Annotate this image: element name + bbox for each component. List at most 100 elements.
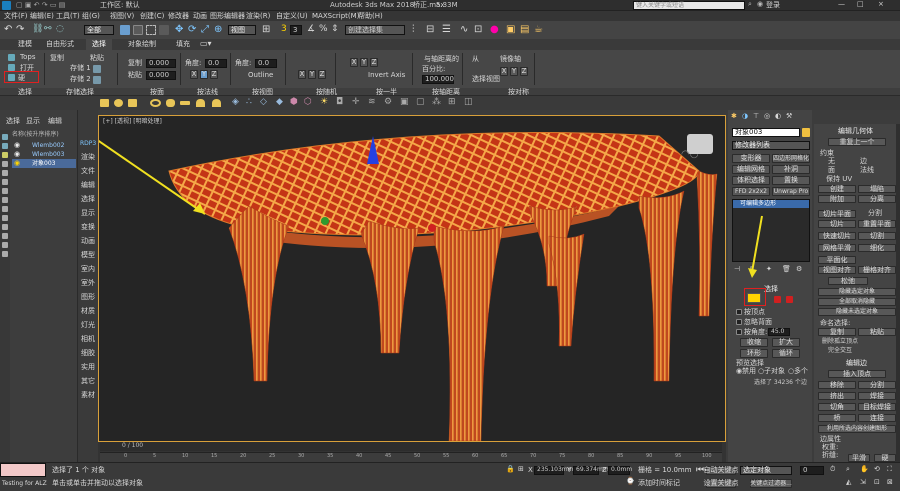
strip-detail[interactable]: 细胶 (81, 350, 95, 357)
teapot-icon[interactable] (166, 99, 175, 107)
remove-modifier-icon[interactable]: 🗑 (782, 266, 791, 273)
mirror-icon[interactable]: ⫶ (412, 25, 415, 35)
strip-assets[interactable]: 素材 (81, 392, 95, 399)
delete-isolated-label[interactable]: 删除孤立顶点 (822, 339, 858, 345)
link-icon[interactable]: ⛓ (32, 25, 43, 34)
insert-vertex-button[interactable]: 插入顶点 (828, 370, 886, 378)
visibility-icon[interactable]: ◉ (14, 142, 20, 149)
split-label[interactable]: 分割 (868, 210, 882, 217)
preserve-uv-label[interactable]: 保持 UV (826, 176, 852, 183)
layer-icon[interactable]: ☰ (442, 25, 451, 35)
store2-icon[interactable] (93, 76, 101, 84)
filter-none-icon[interactable] (2, 233, 8, 239)
modify-tab-icon[interactable]: ◑ (742, 113, 748, 120)
tops-button[interactable]: Tops (20, 54, 35, 61)
strip-animation[interactable]: 动画 (81, 238, 95, 245)
ring-button[interactable]: 环形 (740, 349, 768, 358)
filter-shape-icon[interactable] (2, 143, 8, 149)
polygon-icon[interactable]: ◆ (276, 98, 283, 107)
nav-zoom-icon[interactable]: ⌕ (846, 466, 850, 473)
display-tab-icon[interactable]: ◐ (775, 113, 781, 120)
pivot-icon[interactable]: ⊞ (262, 25, 270, 35)
strip-file[interactable]: 文件 (81, 168, 95, 175)
smooth-edge-button[interactable]: 平滑 (848, 454, 870, 462)
set-key-button[interactable]: 设置关键点 (704, 479, 739, 488)
group-by-random[interactable]: 按随机 (316, 89, 337, 96)
maximize-button[interactable]: □ (857, 1, 864, 8)
script-listener[interactable] (0, 463, 46, 477)
angle2-field[interactable]: 0.0 (255, 59, 277, 68)
render-setup-icon[interactable]: ▣ (506, 25, 515, 35)
nav-orbit-icon[interactable]: ⟲ (874, 466, 880, 473)
view-y-button[interactable]: Y (308, 70, 316, 79)
configure-icon[interactable]: ⚙ (796, 266, 802, 273)
scene-tab-display[interactable]: 显示 (26, 118, 40, 125)
strip-render[interactable]: 渲染 (81, 154, 95, 161)
selection-rollout-title[interactable]: 选择 (764, 286, 778, 293)
align-tool-icon[interactable]: ⊞ (448, 98, 456, 107)
tessellate-button[interactable]: 细化 (858, 244, 896, 252)
systems-icon[interactable]: ⚙ (384, 98, 392, 107)
filter-geometry-icon[interactable] (2, 134, 8, 140)
half-y-button[interactable]: Y (360, 58, 368, 67)
slice-plane-button[interactable]: 切片平面 (818, 210, 856, 218)
recall1-field[interactable]: 0.000 (146, 59, 176, 68)
x-coord-field[interactable]: 235.103mm (534, 466, 574, 475)
redo-icon[interactable]: ↷ (16, 25, 24, 35)
hierarchy-tab-icon[interactable]: ⊤ (753, 113, 759, 120)
frame-field[interactable]: 0 (800, 466, 824, 475)
grid-align-button[interactable]: 栅格对齐 (858, 266, 896, 274)
selected-object-dropdown[interactable]: 选定对象 (740, 466, 792, 475)
split-edge-button[interactable]: 分割 (858, 381, 896, 389)
tab-modeling[interactable]: 建模 (18, 41, 32, 48)
snap-value[interactable]: 3 (290, 25, 302, 35)
by-angle-checkbox[interactable] (736, 329, 742, 335)
login-button[interactable]: 登录 (766, 2, 780, 9)
cut-button[interactable]: 切割 (858, 232, 896, 240)
visibility-icon[interactable]: ◉ (14, 160, 20, 167)
timeline[interactable]: 0 / 100 0 5 10 15 20 25 30 35 40 45 50 5… (98, 442, 726, 462)
filter-all-icon[interactable] (2, 224, 8, 230)
scene-tab-edit[interactable]: 编辑 (48, 118, 62, 125)
scene-item-label[interactable]: 对象003 (32, 161, 55, 167)
strip-display[interactable]: 显示 (81, 210, 95, 217)
named-copy-button[interactable]: 复制 (818, 328, 856, 336)
undo-icon[interactable]: ↶ (4, 25, 12, 35)
hard-edge-button[interactable]: 硬 (874, 454, 896, 462)
menu-help[interactable]: 帮助(H) (358, 13, 383, 20)
ignore-back-checkbox[interactable] (736, 319, 742, 325)
group-by-normal[interactable]: 按法线 (197, 89, 218, 96)
y-coord-field[interactable]: 69.374mm (573, 466, 609, 475)
select-by-name-icon[interactable] (133, 25, 143, 35)
placement-icon[interactable]: ⊕ (214, 25, 222, 35)
select-icon[interactable] (120, 25, 130, 35)
filter-camera-icon[interactable] (2, 161, 8, 167)
menu-modifiers[interactable]: 修改器 (168, 13, 189, 20)
angle-field[interactable]: 0.0 (205, 59, 227, 68)
bind-icon[interactable]: ◌ (56, 25, 64, 34)
weld-button[interactable]: 焊接 (858, 392, 896, 400)
unhide-all-button[interactable]: 全部取消隐藏 (818, 298, 896, 306)
bridge-button[interactable]: 桥 (818, 414, 856, 422)
invert-axis-button[interactable]: Invert Axis (368, 72, 405, 79)
move-icon[interactable]: ✥ (175, 25, 183, 35)
unlink-icon[interactable]: ⚯ (44, 25, 52, 34)
percent-snap-icon[interactable]: % (319, 25, 328, 34)
sphere-icon[interactable] (114, 99, 123, 107)
schematic-icon[interactable]: ⊡ (474, 25, 482, 35)
morpher-button[interactable]: 变形器 (732, 154, 770, 163)
recall2-field[interactable]: 0.000 (146, 71, 176, 80)
displace-button[interactable]: 置换 (772, 176, 810, 185)
group-icon[interactable]: ▣ (400, 98, 409, 107)
menu-maxscript[interactable]: MAXScript(M) (312, 13, 359, 20)
menu-graph-editors[interactable]: 图形编辑器 (210, 13, 245, 20)
utilities-tab-icon[interactable]: ⚒ (786, 113, 792, 120)
constraint-normal-label[interactable]: 法线 (860, 167, 874, 174)
scene-item-label[interactable]: Wlemb002 (32, 143, 64, 149)
view-z-button[interactable]: Z (318, 70, 326, 79)
absolute-mode-icon[interactable]: ⊞ (518, 466, 524, 473)
group-by-symmetry[interactable]: 按对称 (508, 89, 529, 96)
time-config-icon[interactable]: ⏱ (830, 466, 835, 473)
menu-create[interactable]: 创建(C) (140, 13, 164, 20)
group-store-selection[interactable]: 存储选择 (66, 89, 94, 96)
